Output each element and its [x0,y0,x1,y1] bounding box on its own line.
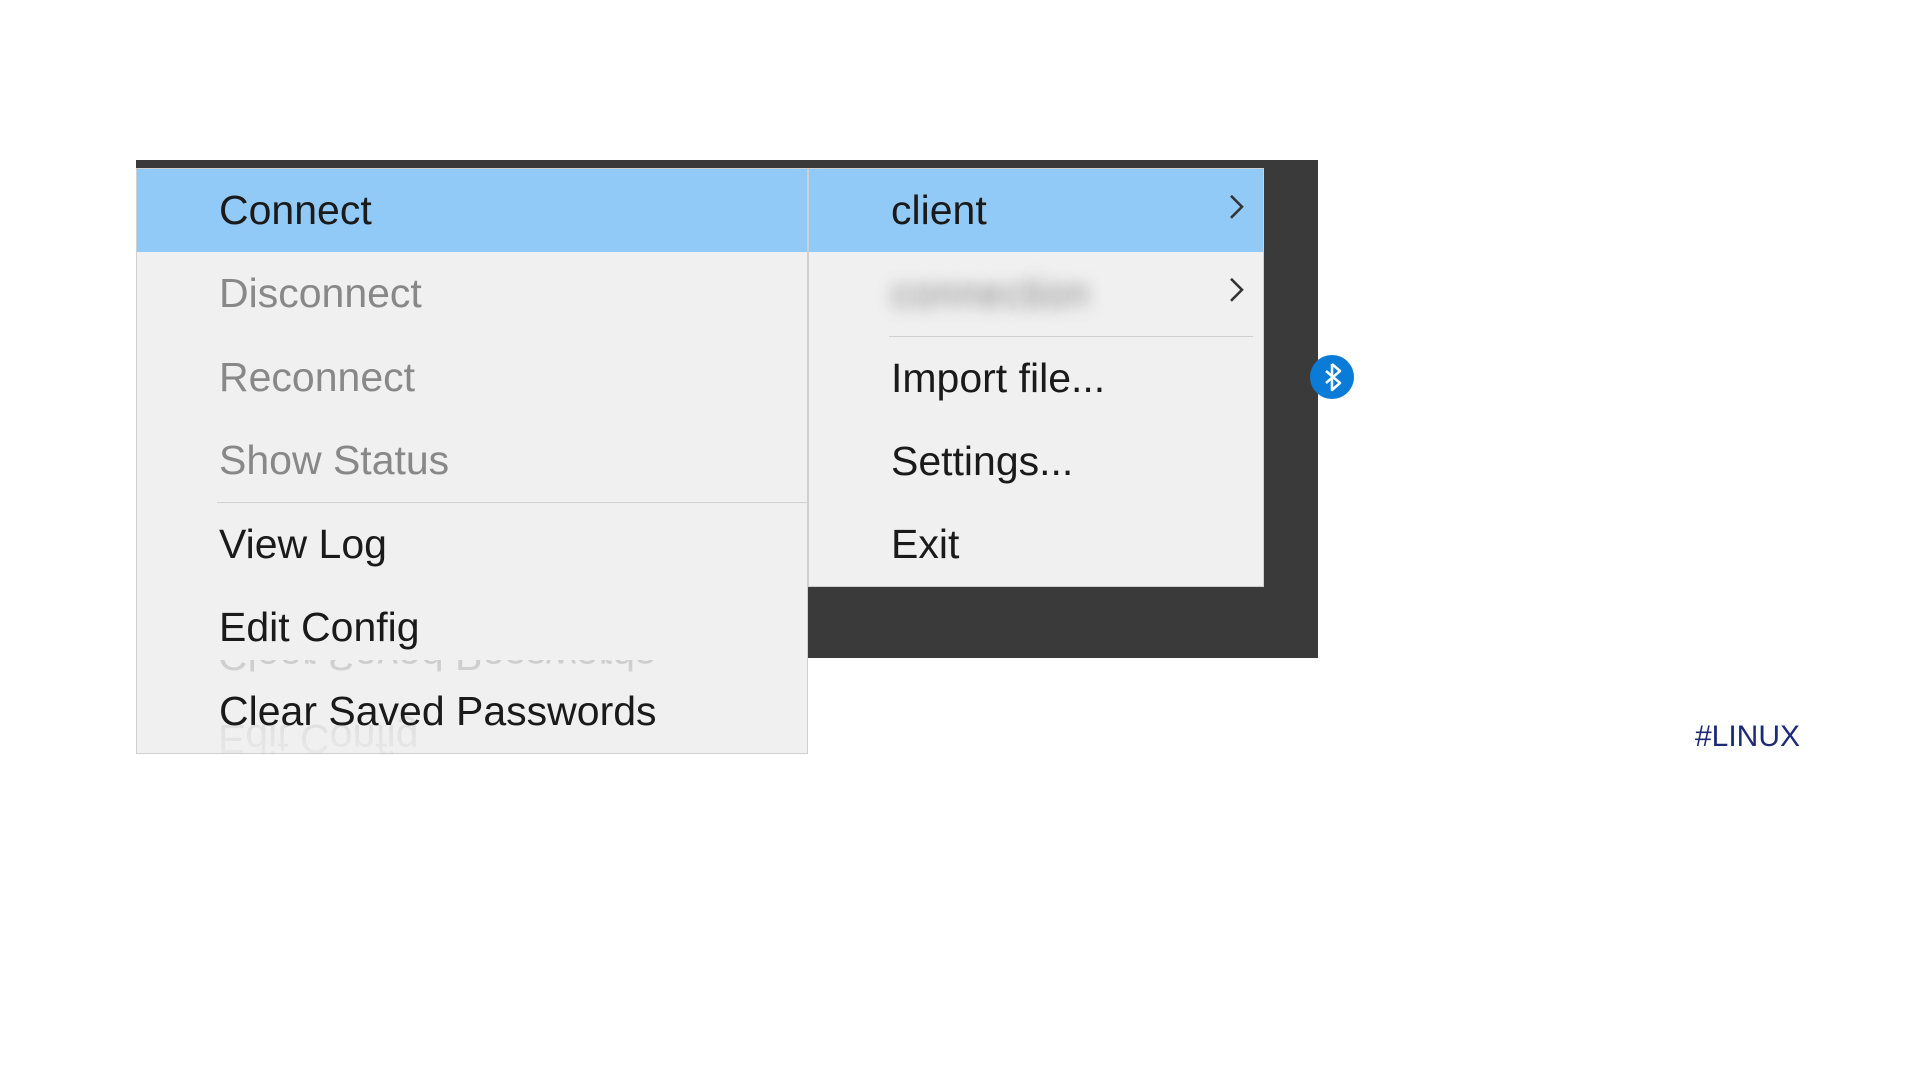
submenu-item-disconnect[interactable]: Disconnect [137,252,807,335]
submenu-item-show-status[interactable]: Show Status [137,419,807,502]
bluetooth-icon [1310,355,1354,399]
submenu-item-reconnect[interactable]: Reconnect [137,336,807,419]
top-bar [136,160,1318,168]
bluetooth-tray-icon[interactable] [1310,355,1354,399]
reflection-effect: Edit Config Clear Saved Passwords [136,660,808,780]
monitor-tray-icon[interactable] [1318,508,1354,538]
submenu-item-edit-config[interactable]: Edit Config [137,586,807,669]
chevron-right-icon [1229,276,1245,312]
menu-item-client[interactable]: client [809,169,1263,252]
menu-item-client-label: client [891,187,987,233]
menu-item-import-file[interactable]: Import file... [809,337,1263,420]
submenu-item-view-log[interactable]: View Log [137,503,807,586]
submenu-item-connect[interactable]: Connect [137,169,807,252]
menu-canvas: NeuronVM Connect Disconnect Reconnect Sh… [136,160,1318,660]
hashtag-label: #LINUX [1695,720,1800,754]
tray-context-menu: client connection Import file... Setting… [808,168,1264,587]
menu-item-settings[interactable]: Settings... [809,420,1263,503]
menu-item-exit[interactable]: Exit [809,503,1263,586]
menu-item-obscured-label: connection [891,270,1089,316]
chevron-right-icon [1229,192,1245,228]
menu-item-obscured[interactable]: connection [809,252,1263,335]
